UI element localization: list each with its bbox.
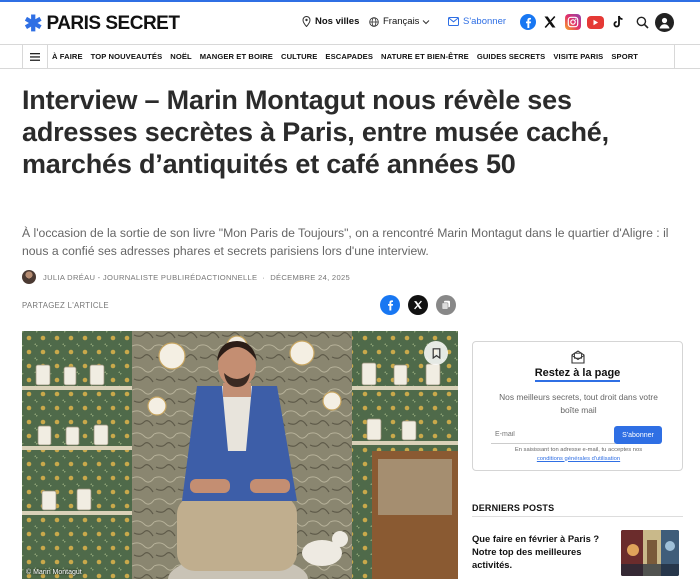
search-icon[interactable] — [634, 14, 650, 30]
nav-item-a-faire[interactable]: À FAIRE — [52, 52, 83, 61]
user-account-icon[interactable] — [655, 13, 674, 32]
byline-separator: · — [262, 272, 266, 282]
share-label: PARTAGEZ L'ARTICLE — [22, 301, 109, 310]
cities-link[interactable]: Nos villes — [302, 16, 359, 27]
cities-label: Nos villes — [315, 16, 360, 27]
x-icon — [414, 300, 422, 310]
newsletter-title: Restez à la page — [473, 367, 682, 382]
facebook-icon — [388, 300, 394, 311]
nav-item-top-nouveautes[interactable]: TOP NOUVEAUTÉS — [91, 52, 163, 61]
logo-text: PARIS SECRET — [46, 13, 180, 34]
newsletter-subscribe-button[interactable]: S'abonner — [614, 426, 662, 444]
latest-posts-divider — [472, 516, 683, 517]
article-date: DÉCEMBRE 24, 2025 — [270, 272, 351, 282]
language-selector[interactable]: Français — [369, 16, 434, 27]
article-title: Interview – Marin Montagut nous révèle s… — [22, 85, 609, 179]
latest-posts-heading: DERNIERS POSTS — [472, 503, 555, 513]
site-header: ✱ PARIS SECRET Nos villes Français S'abo… — [0, 2, 700, 42]
hamburger-menu-button[interactable] — [22, 45, 48, 68]
hero-photo-illustration — [22, 331, 458, 579]
latest-post-thumbnail[interactable] — [621, 530, 679, 576]
tiktok-icon[interactable] — [610, 14, 626, 30]
share-copy-link-button[interactable] — [436, 295, 456, 315]
x-icon[interactable] — [542, 14, 558, 30]
bookmark-button[interactable] — [424, 341, 448, 365]
nav-divider — [674, 45, 675, 68]
instagram-icon[interactable] — [565, 14, 581, 30]
subscribe-label: S'abonner — [463, 16, 507, 27]
article-hero-image: © Marin Montagut — [22, 331, 458, 579]
youtube-icon[interactable] — [587, 16, 604, 29]
newsletter-box: Restez à la page Nos meilleurs secrets, … — [472, 341, 683, 471]
facebook-icon[interactable] — [520, 14, 536, 30]
asterisk-logo-icon: ✱ — [24, 11, 43, 36]
newsletter-email-input[interactable] — [491, 426, 615, 444]
article-byline: JULIA DRÉAU - JOURNALISTE PUBLIRÉDACTION… — [22, 270, 350, 284]
site-logo[interactable]: ✱ PARIS SECRET — [24, 11, 180, 36]
newsletter-envelope-icon — [571, 350, 585, 364]
hamburger-icon — [30, 52, 40, 61]
copy-icon — [441, 300, 450, 310]
author-name[interactable]: JULIA DRÉAU - JOURNALISTE PUBLIRÉDACTION… — [43, 273, 257, 282]
nav-item-nature-et-bien-etre[interactable]: NATURE ET BIEN-ÊTRE — [381, 52, 469, 61]
subscribe-link[interactable]: S'abonner — [448, 16, 506, 27]
mail-icon — [448, 17, 459, 26]
nav-item-manger-et-boire[interactable]: MANGER ET BOIRE — [200, 52, 273, 61]
nav-item-noel[interactable]: NOËL — [170, 52, 192, 61]
globe-icon — [369, 16, 379, 27]
bookmark-icon — [432, 347, 440, 359]
newsletter-description: Nos meilleurs secrets, tout droit dans v… — [499, 392, 658, 415]
latest-post-title[interactable]: Que faire en février à Paris ? Notre top… — [472, 532, 612, 571]
nav-item-culture[interactable]: CULTURE — [281, 52, 317, 61]
nav-item-guides-secrets[interactable]: GUIDES SECRETS — [477, 52, 546, 61]
author-avatar — [22, 270, 36, 284]
nav-item-escapades[interactable]: ESCAPADES — [325, 52, 373, 61]
language-label: Français — [383, 16, 420, 27]
nav-item-sport[interactable]: SPORT — [611, 52, 638, 61]
chevron-down-icon — [423, 19, 430, 24]
newsletter-legal-text: En saisissant ton adresse e-mail, tu acc… — [514, 447, 643, 462]
terms-link[interactable]: conditions générales d'utilisation — [537, 456, 620, 462]
nav-items: À FAIRE TOP NOUVEAUTÉS NOËL MANGER ET BO… — [52, 45, 638, 68]
photo-credit: © Marin Montagut — [26, 569, 82, 576]
share-facebook-button[interactable] — [380, 295, 400, 315]
share-x-button[interactable] — [408, 295, 428, 315]
nav-item-visite-paris[interactable]: VISITE PARIS — [553, 52, 603, 61]
location-pin-icon — [302, 16, 311, 27]
article-lead: À l'occasion de la sortie de son livre "… — [22, 226, 669, 258]
main-navigation: À FAIRE TOP NOUVEAUTÉS NOËL MANGER ET BO… — [0, 44, 700, 69]
